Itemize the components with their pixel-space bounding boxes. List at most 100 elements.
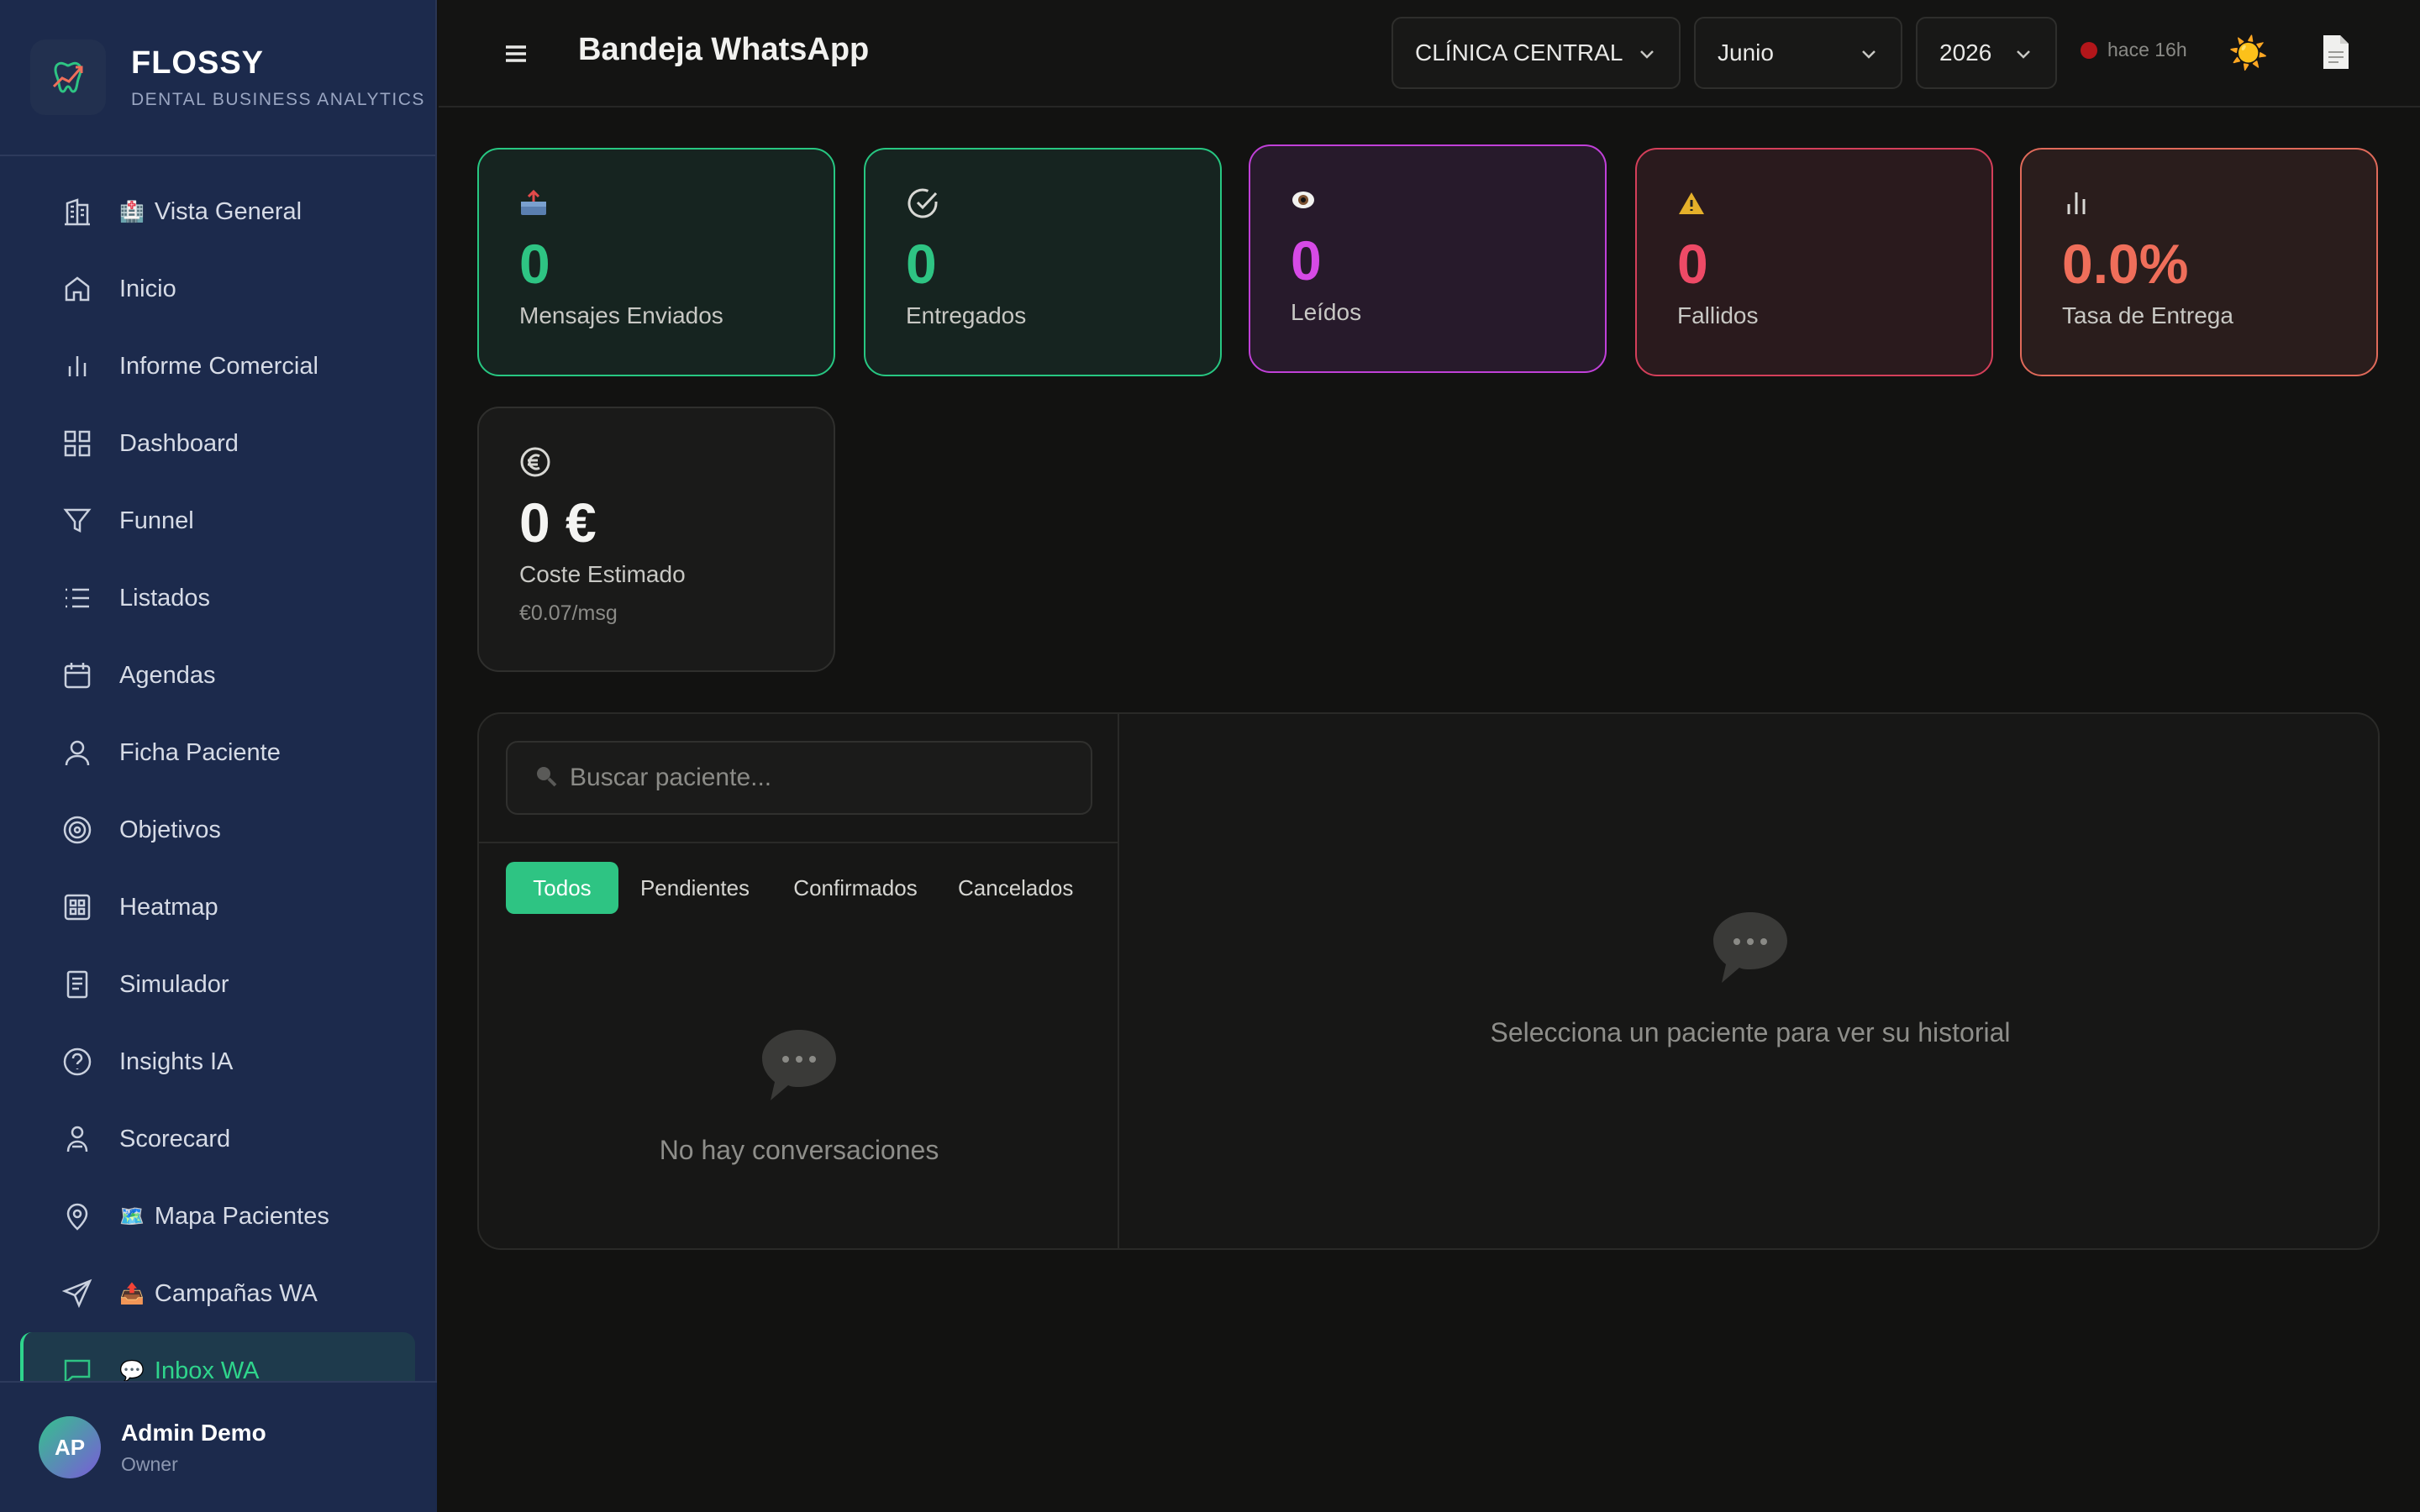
conversation-detail-pane: Selecciona un paciente para ver su histo… xyxy=(1119,714,2378,1248)
speech-bubble-icon xyxy=(1708,907,1792,992)
user-check-icon xyxy=(60,1122,94,1156)
sidebar-item-label: Mapa Pacientes xyxy=(154,1202,329,1230)
sidebar: FLOSSY DENTAL BUSINESS ANALYTICS 🏥 Vista… xyxy=(0,0,437,1512)
user-name: Admin Demo xyxy=(121,1419,266,1446)
sidebar-item-campanas-wa[interactable]: 📤 Campañas WA xyxy=(0,1255,437,1332)
avatar: AP xyxy=(39,1416,101,1478)
bar-chart-icon xyxy=(60,349,94,383)
cost-per-message: €0.07/msg xyxy=(519,601,618,625)
chevron-down-icon xyxy=(1859,44,1879,71)
export-document-icon[interactable] xyxy=(2321,34,2351,75)
sidebar-item-label: Informe Comercial xyxy=(119,352,318,380)
stat-card-cost: 0 € Coste Estimado €0.07/msg xyxy=(477,407,835,672)
check-circle-icon xyxy=(906,186,1180,220)
read-label: Leídos xyxy=(1291,299,1362,325)
delivery-rate-label: Tasa de Entrega xyxy=(2062,302,2233,328)
sidebar-item-label: Campañas WA xyxy=(154,1279,318,1307)
topbar: Bandeja WhatsApp CLÍNICA CENTRAL Junio 2… xyxy=(439,0,2420,108)
search-box[interactable] xyxy=(506,741,1092,815)
help-circle-icon xyxy=(60,1045,94,1079)
sidebar-item-listados[interactable]: Listados xyxy=(0,559,437,637)
delivered-value: 0 xyxy=(906,233,937,295)
sidebar-item-mapa-pacientes[interactable]: 🗺️ Mapa Pacientes xyxy=(0,1178,437,1255)
status-dot-icon xyxy=(2081,41,2097,59)
sidebar-item-label: Agendas xyxy=(119,661,216,689)
sidebar-item-simulador[interactable]: Simulador xyxy=(0,946,437,1023)
month-select-value: Junio xyxy=(1718,39,1774,66)
send-icon xyxy=(60,1277,94,1310)
stat-card-delivered: 0 Entregados xyxy=(864,148,1222,376)
sidebar-item-label: Scorecard xyxy=(119,1125,231,1152)
heatmap-icon xyxy=(60,890,94,924)
sidebar-item-ficha-paciente[interactable]: Ficha Paciente xyxy=(0,714,437,791)
sidebar-item-inicio[interactable]: Inicio xyxy=(0,250,437,328)
filter-tab-todos[interactable]: Todos xyxy=(506,862,618,914)
inbox-panel: Todos Pendientes Confirmados Cancelados … xyxy=(477,712,2380,1250)
sync-status: hace 16h xyxy=(2081,39,2187,61)
sidebar-item-funnel[interactable]: Funnel xyxy=(0,482,437,559)
grid-icon xyxy=(60,427,94,460)
target-icon xyxy=(60,813,94,847)
stat-card-delivery-rate: 0.0% Tasa de Entrega xyxy=(2020,148,2378,376)
outbox-icon xyxy=(519,186,793,220)
sidebar-item-objetivos[interactable]: Objetivos xyxy=(0,791,437,869)
delivered-label: Entregados xyxy=(906,302,1027,328)
user-profile[interactable]: AP Admin Demo Owner xyxy=(0,1381,437,1512)
sidebar-item-dashboard[interactable]: Dashboard xyxy=(0,405,437,482)
filter-tab-cancelados[interactable]: Cancelados xyxy=(946,862,1089,914)
empty-detail-message: Selecciona un paciente para ver su histo… xyxy=(1490,1017,2011,1047)
brand: FLOSSY DENTAL BUSINESS ANALYTICS xyxy=(0,0,435,156)
filter-tab-pendientes[interactable]: Pendientes xyxy=(627,862,763,914)
speech-emoji-icon: 💬 xyxy=(119,1359,145,1383)
tooth-chart-icon xyxy=(30,39,106,115)
speech-bubble-icon xyxy=(757,1025,841,1110)
map-emoji-icon: 🗺️ xyxy=(119,1205,145,1228)
clinic-select[interactable]: CLÍNICA CENTRAL xyxy=(1392,17,1681,89)
search-input[interactable] xyxy=(570,764,1074,792)
delivery-rate-value: 0.0% xyxy=(2062,233,2189,295)
document-icon xyxy=(60,968,94,1001)
clinic-select-value: CLÍNICA CENTRAL xyxy=(1415,39,1623,66)
euro-icon xyxy=(519,445,793,479)
sent-label: Mensajes Enviados xyxy=(519,302,723,328)
search-icon xyxy=(534,764,558,792)
sidebar-item-heatmap[interactable]: Heatmap xyxy=(0,869,437,946)
sidebar-nav: 🏥 Vista General Inicio Informe Comercial… xyxy=(0,173,437,1410)
funnel-icon xyxy=(60,504,94,538)
sidebar-item-scorecard[interactable]: Scorecard xyxy=(0,1100,437,1178)
chevron-down-icon xyxy=(1637,44,1657,71)
empty-detail: Selecciona un paciente para ver su histo… xyxy=(1119,907,2378,1048)
month-select[interactable]: Junio xyxy=(1694,17,1902,89)
sidebar-item-label: Funnel xyxy=(119,507,194,534)
outbox-emoji-icon: 📤 xyxy=(119,1282,145,1305)
map-pin-icon xyxy=(60,1200,94,1233)
cost-label: Coste Estimado xyxy=(519,561,686,587)
hamburger-menu-icon[interactable] xyxy=(499,39,533,69)
sidebar-item-insights-ia[interactable]: Insights IA xyxy=(0,1023,437,1100)
stat-card-read: 0 Leídos xyxy=(1249,144,1607,373)
hospital-emoji-icon: 🏥 xyxy=(119,200,145,223)
sidebar-item-label: Heatmap xyxy=(119,893,218,921)
user-role: Owner xyxy=(121,1452,178,1475)
year-select-value: 2026 xyxy=(1939,39,1992,66)
sync-status-text: hace 16h xyxy=(2107,39,2187,60)
theme-toggle-sun-icon[interactable]: ☀️ xyxy=(2228,35,2268,72)
conversation-list-pane: Todos Pendientes Confirmados Cancelados … xyxy=(479,714,1119,1248)
sidebar-item-label: Objetivos xyxy=(119,816,221,843)
home-icon xyxy=(60,272,94,306)
empty-conversations: No hay conversaciones xyxy=(479,1025,1119,1166)
brand-name: FLOSSY xyxy=(131,45,265,81)
sidebar-item-label: Inicio xyxy=(119,275,176,302)
sidebar-item-label: Vista General xyxy=(154,197,302,225)
sidebar-item-label: Insights IA xyxy=(119,1047,234,1075)
sidebar-item-vista-general[interactable]: 🏥 Vista General xyxy=(0,173,437,250)
sidebar-item-agendas[interactable]: Agendas xyxy=(0,637,437,714)
stat-card-failed: 0 Fallidos xyxy=(1635,148,1993,376)
sidebar-item-label: Simulador xyxy=(119,970,229,998)
calendar-icon xyxy=(60,659,94,692)
filter-tab-confirmados[interactable]: Confirmados xyxy=(775,862,936,914)
cost-value: 0 € xyxy=(519,491,597,554)
year-select[interactable]: 2026 xyxy=(1916,17,2057,89)
sidebar-item-informe-comercial[interactable]: Informe Comercial xyxy=(0,328,437,405)
user-icon xyxy=(60,736,94,769)
